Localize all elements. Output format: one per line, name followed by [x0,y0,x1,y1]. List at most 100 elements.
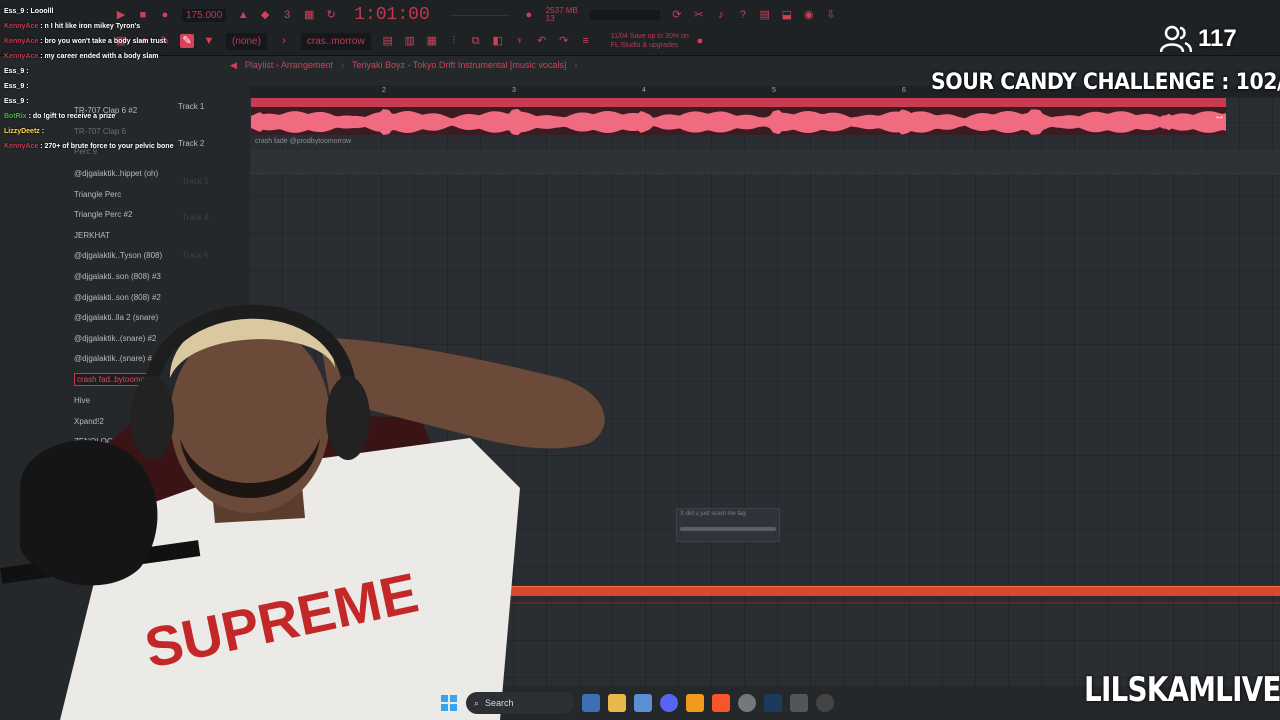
discord-icon[interactable] [660,694,678,712]
undo-icon[interactable]: ↶ [535,34,549,48]
download-icon[interactable]: ⇩ [824,8,838,22]
chat-text: : n I hit like iron mikey Tyron's [40,23,141,30]
resize-cursor-icon: ↔ [1214,110,1225,122]
chat-message: KennyAce: my career ended with a body sl… [0,49,210,64]
chat-text: : Looolll [26,8,54,15]
browser-item[interactable]: Triangle Perc [74,190,121,199]
channel-watermark: LILSKAMLIVE [1084,670,1280,710]
chat-message: KennyAce: bro you won't take a body slam… [0,34,210,49]
viewers-icon [1160,25,1192,53]
browser-item[interactable]: JERKHAT [74,231,110,240]
chat-text: : do !gift to receive a prize [28,113,116,120]
render-icon[interactable]: ⬓ [780,8,794,22]
taskbar-search[interactable]: ⌕ Search [466,692,574,714]
pattern-nav-icon[interactable]: › [277,34,291,48]
song-position: 1:01:00 [354,5,430,25]
playlist-title: Playlist - Arrangement [244,60,333,70]
help-icon[interactable]: ? [736,8,750,22]
chat-message: BotRix: do !gift to receive a prize [0,109,210,124]
fl-studio-icon[interactable] [686,694,704,712]
chat-user: Ess_9 [4,98,25,105]
chat-text: : bro you won't take a body slam trust [40,38,166,45]
windows-start-icon[interactable] [440,694,458,712]
breadcrumb-sep: › [340,60,344,70]
save-icon[interactable]: ▤ [758,8,772,22]
promo-line-2: FL Studio & upgrades [610,42,679,49]
obs-icon[interactable] [738,694,756,712]
wait-icon[interactable]: ◆ [258,8,272,22]
playlist-header: ◀ Playlist - Arrangement › Teriyaki Boyz… [230,58,577,72]
copilot-icon[interactable] [582,694,600,712]
app-icon[interactable] [790,694,808,712]
store-icon[interactable] [634,694,652,712]
chat-text: : [26,68,29,75]
ruler-bar-5: 5 [772,87,776,94]
browser-icon[interactable]: ⧉ [469,34,483,48]
cpu-meter: 2537 MB 13 [546,7,578,23]
ruler-bar-2: 2 [382,87,386,94]
chat-message: LizzyDeetz: [0,124,210,139]
chat-user: KennyAce [4,53,39,60]
chat-message: Ess_9: [0,64,210,79]
waveform [251,109,1226,135]
mic-icon[interactable]: ♪ [714,8,728,22]
stream-chat: Ess_9: Looolll KennyAce: n I hit like ir… [0,4,210,154]
ruler-bar-6: 6 [902,87,906,94]
ghost-clip[interactable]: X did u just scam me fag [676,508,780,542]
playlist-icon[interactable]: ▤ [381,34,395,48]
clip-title: Teriyaki Boyz - Tokyo Drift Instrumental… [257,99,424,106]
mixer-icon[interactable]: ⫶ [447,34,461,48]
promo-text[interactable]: 11/04 Save up to 30% on FL Studio & upgra… [611,32,689,50]
cpu-graph [589,10,660,20]
chat-user: Ess_9 [4,83,25,90]
chat-user: BotRix [4,113,27,120]
chat-user: KennyAce [4,23,39,30]
chat-user: LizzyDeetz [4,128,40,135]
chat-user: KennyAce [4,38,39,45]
metronome-icon[interactable]: ▲ [236,8,250,22]
pattern-select[interactable]: (none) [226,32,267,50]
ghost-clip-wave [680,527,776,531]
channel-rack-icon[interactable]: ▦ [425,34,439,48]
chat-message: Ess_9: Looolll [0,4,210,19]
instrument-select[interactable]: cras..morrow [300,32,371,50]
chat-user: Ess_9 [4,8,25,15]
brave-icon[interactable] [712,694,730,712]
file-explorer-icon[interactable] [608,694,626,712]
piano-roll-icon[interactable]: ▥ [403,34,417,48]
track-4-header[interactable]: Track 4 [182,213,208,222]
menu-icon[interactable]: ≡ [579,34,593,48]
refresh-icon[interactable]: ⟳ [670,8,684,22]
chat-icon[interactable]: ◉ [802,8,816,22]
plugin-icon[interactable]: ◧ [491,34,505,48]
browser-item[interactable]: @djgalaktik..Tyson (808) [74,251,162,260]
windows-taskbar: ⌕ Search [440,690,920,716]
step-icon[interactable]: ▦ [302,8,316,22]
track-5-header[interactable]: Track 5 [182,251,208,260]
news-icon[interactable]: ● [693,34,707,48]
master-pitch-icon[interactable]: ● [522,8,536,22]
audio-clip-crash[interactable]: crash fade @prodbytoomorrow [251,138,1280,148]
loop-icon[interactable]: ↻ [324,8,338,22]
chat-message: KennyAce: n I hit like iron mikey Tyron'… [0,19,210,34]
redo-icon[interactable]: ↷ [557,34,571,48]
4k-app-icon[interactable] [816,694,834,712]
viewer-counter: 117 [1160,22,1237,56]
track-2-lane[interactable] [251,150,1280,174]
steam-icon[interactable] [764,694,782,712]
breadcrumb-sep-2: › [574,60,578,70]
browser-item[interactable]: @djgalaktik..hippet (oh) [74,169,158,178]
audio-clip-main[interactable]: Teriyaki Boyz - Tokyo Drift Instrumental… [251,98,1226,135]
playlist-pattern[interactable]: Teriyaki Boyz - Tokyo Drift Instrumental… [352,60,566,70]
playlist-tool-icon[interactable]: ◀ [230,60,237,71]
master-volume-slider[interactable] [449,14,510,16]
chat-text: : [26,98,29,105]
pin-icon[interactable]: ♆ [513,34,527,48]
chat-message: Ess_9: [0,79,210,94]
track-3-header[interactable]: Track 3 [182,177,208,186]
chat-text: : [41,128,45,135]
chat-text: : [26,83,29,90]
countdown-icon[interactable]: 3 [280,8,294,22]
cut-icon[interactable]: ✂ [692,8,706,22]
browser-item[interactable]: Triangle Perc #2 [74,210,132,219]
